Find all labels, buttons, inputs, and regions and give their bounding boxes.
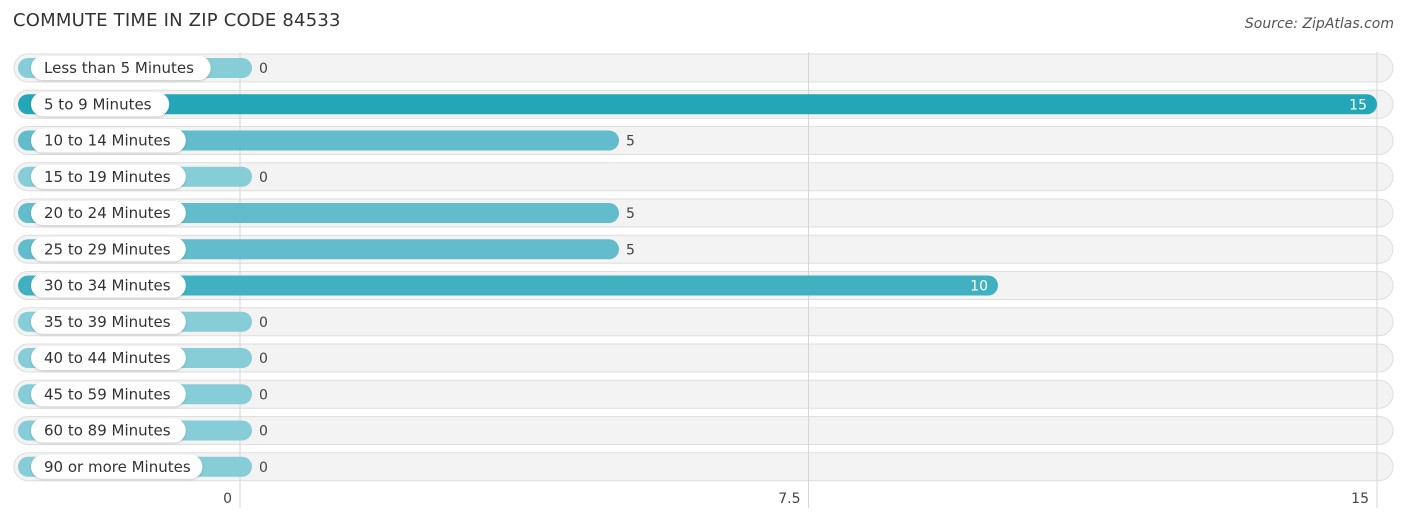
value-label: 0: [259, 351, 268, 367]
value-label: 0: [259, 424, 268, 440]
bar-row: Less than 5 Minutes 0: [18, 56, 268, 80]
category-label: 10 to 14 Minutes: [44, 132, 171, 150]
category-label: 25 to 29 Minutes: [44, 240, 171, 258]
value-label: 0: [259, 170, 268, 186]
value-label: 5: [626, 242, 635, 258]
value-label: 10: [970, 279, 988, 295]
bar-row: 40 to 44 Minutes 0: [18, 346, 268, 370]
bar-row: 15 to 19 Minutes 0: [18, 164, 268, 189]
value-label: 5: [626, 206, 635, 222]
value-label: 0: [259, 61, 268, 77]
bar-row: 90 or more Minutes 0: [18, 454, 268, 479]
value-label: 0: [259, 460, 268, 476]
bar-row: 5 to 9 Minutes 15: [18, 92, 1377, 117]
value-label: 5: [626, 134, 635, 150]
bar-row: 35 to 39 Minutes 0: [18, 309, 268, 334]
category-label: 40 to 44 Minutes: [44, 349, 171, 367]
category-label: 30 to 34 Minutes: [44, 277, 171, 295]
bar-row: 30 to 34 Minutes 10: [18, 273, 998, 298]
x-tick-label: 15: [1351, 491, 1369, 507]
category-label: 5 to 9 Minutes: [44, 95, 152, 113]
category-label: 90 or more Minutes: [44, 458, 191, 476]
x-tick-label: 0: [223, 491, 232, 507]
category-label: 15 to 19 Minutes: [44, 168, 171, 186]
category-label: 20 to 24 Minutes: [44, 204, 171, 222]
bar-row: 25 to 29 Minutes 5: [18, 237, 635, 262]
bar-row: 60 to 89 Minutes 0: [18, 418, 268, 443]
bar: [18, 94, 1377, 115]
bar-row: 20 to 24 Minutes 5: [18, 201, 635, 225]
value-label: 0: [259, 387, 268, 403]
x-tick-label: 7.5: [778, 491, 800, 507]
category-label: 35 to 39 Minutes: [44, 313, 171, 331]
bar-row: 45 to 59 Minutes 0: [18, 382, 268, 407]
category-label: 60 to 89 Minutes: [44, 422, 171, 440]
value-label: 0: [259, 315, 268, 331]
value-label: 15: [1349, 97, 1367, 113]
bar-row: 10 to 14 Minutes 5: [18, 128, 635, 153]
category-label: Less than 5 Minutes: [44, 59, 194, 77]
bar-chart: Less than 5 Minutes 0 5 to 9 Minutes 15 10 t…: [13, 52, 1394, 508]
category-label: 45 to 59 Minutes: [44, 385, 171, 403]
